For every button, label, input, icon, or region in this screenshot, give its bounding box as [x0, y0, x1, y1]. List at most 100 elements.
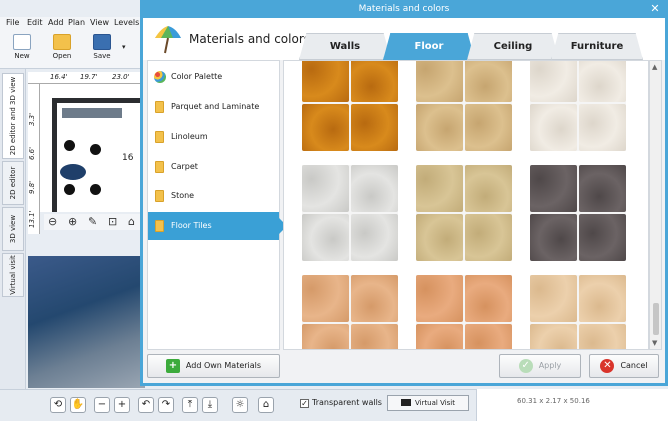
swatch-tile[interactable] [302, 61, 398, 151]
swatch-tile[interactable] [416, 275, 512, 349]
category-label: Parquet and Laminate [171, 102, 260, 111]
zoom-in-icon[interactable]: ⊕ [68, 215, 77, 228]
apply-button[interactable]: ✓ Apply [499, 354, 581, 378]
menu-edit[interactable]: Edit [27, 18, 43, 27]
open-button-label: Open [52, 52, 72, 60]
plan-chair [64, 184, 75, 195]
main-toolbar: New Open Save ▾ [0, 31, 145, 69]
folder-icon [155, 220, 164, 232]
menu-view[interactable]: View [90, 18, 109, 27]
tilt-down-icon[interactable]: ⤓ [202, 397, 218, 413]
tab-ceiling[interactable]: Ceiling [467, 33, 559, 60]
folder-icon [155, 161, 164, 173]
measure-icon[interactable]: ✎ [88, 215, 97, 228]
zoom-out-icon[interactable]: − [94, 397, 110, 413]
color-palette-icon [154, 71, 166, 83]
tab-3d-view[interactable]: 3D view [2, 207, 24, 251]
tile-piece [579, 104, 626, 151]
add-own-materials-button[interactable]: + Add Own Materials [147, 354, 280, 378]
swatch-tile[interactable] [530, 165, 626, 261]
tab-2d-editor-and-3d-view[interactable]: 2D editor and 3D view [2, 73, 24, 159]
tile-piece [416, 324, 463, 349]
tile-piece [302, 214, 349, 261]
tile-piece [465, 61, 512, 102]
menu-add[interactable]: Add [48, 18, 64, 27]
swatch-tile[interactable] [416, 61, 512, 151]
close-icon[interactable]: ✕ [644, 0, 666, 17]
swatch-tile[interactable] [302, 275, 398, 349]
swatch-tile[interactable] [302, 165, 398, 261]
light-bulb-icon[interactable]: ☼ [232, 397, 248, 413]
menu-levels[interactable]: Levels [114, 18, 139, 27]
ruler-tick-label: 16.4' [50, 73, 68, 81]
category-parquet-and-laminate[interactable]: Parquet and Laminate [148, 93, 279, 121]
tile-piece [579, 214, 626, 261]
open-button[interactable]: Open [48, 33, 76, 67]
dialog-footer: + Add Own Materials ✓ Apply ✕ Cancel [143, 350, 665, 383]
save-button[interactable]: Save [88, 33, 116, 67]
swatch-tile[interactable] [530, 275, 626, 349]
tile-piece [579, 324, 626, 349]
new-button-label: New [14, 52, 30, 60]
tile-piece [302, 61, 349, 102]
category-carpet[interactable]: Carpet [148, 153, 279, 181]
tab-furniture[interactable]: Furniture [551, 33, 643, 60]
virtual-visit-label: Virtual Visit [414, 399, 455, 407]
tab-walls[interactable]: Walls [299, 33, 391, 60]
floor-plan-canvas[interactable] [40, 84, 145, 212]
virtual-visit-button[interactable]: Virtual Visit [387, 395, 469, 411]
tile-piece [465, 214, 512, 261]
folder-icon [155, 131, 164, 143]
toolbar-dropdown-icon[interactable]: ▾ [122, 43, 126, 51]
tab-floor[interactable]: Floor [383, 33, 475, 60]
tile-piece [351, 61, 398, 102]
category-label: Stone [171, 191, 195, 200]
tab-2d-editor[interactable]: 2D editor [2, 161, 24, 205]
category-linoleum[interactable]: Linoleum [148, 123, 279, 151]
home-icon[interactable]: ⌂ [258, 397, 274, 413]
menu-file[interactable]: File [6, 18, 19, 27]
category-label: Floor Tiles [171, 221, 212, 230]
tile-piece [351, 165, 398, 212]
menu-plan[interactable]: Plan [68, 18, 85, 27]
tile-piece [302, 104, 349, 151]
pan-hand-icon[interactable]: ✋ [70, 397, 86, 413]
save-button-label: Save [93, 52, 111, 60]
orbit-left-icon[interactable]: ↶ [138, 397, 154, 413]
category-color-palette[interactable]: Color Palette [148, 63, 279, 91]
tab-virtual-visit[interactable]: Virtual visit [2, 253, 24, 297]
materials-dialog: Materials and colors ✕ Materials and col… [140, 0, 668, 386]
category-list: Color Palette Parquet and Laminate Linol… [147, 60, 287, 350]
tab-label: Virtual visit [9, 255, 17, 295]
fit-icon[interactable]: ⊡ [108, 215, 117, 228]
plan-table [60, 164, 86, 180]
tile-piece [351, 275, 398, 322]
scrollbar-thumb[interactable] [653, 303, 659, 335]
transparent-walls-checkbox[interactable]: ✓ Transparent walls [300, 398, 382, 408]
orbit-right-icon[interactable]: ↷ [158, 397, 174, 413]
scroll-up-icon[interactable]: ▲ [652, 63, 657, 71]
zoom-in-icon[interactable]: + [114, 397, 130, 413]
tile-piece [579, 165, 626, 212]
scroll-down-icon[interactable]: ▼ [652, 339, 657, 347]
cancel-button[interactable]: ✕ Cancel [589, 354, 659, 378]
tile-piece [302, 324, 349, 349]
home-icon[interactable]: ⌂ [128, 215, 135, 228]
3d-view-canvas[interactable] [28, 256, 145, 388]
save-icon [93, 34, 111, 50]
swatch-scrollbar[interactable]: ▲ ▼ [649, 60, 662, 350]
ruler-tick-label: 3.3' [28, 112, 36, 126]
swatch-tile[interactable] [416, 165, 512, 261]
tile-piece [465, 324, 512, 349]
tab-label: 2D editor [9, 166, 17, 200]
object-info-panel: 60.31 x 2.17 x 50.16 [476, 389, 668, 421]
tile-piece [465, 104, 512, 151]
plan-wall [52, 98, 145, 103]
rotate-360-icon[interactable]: ⟲ [50, 397, 66, 413]
tilt-up-icon[interactable]: ⤒ [182, 397, 198, 413]
new-button[interactable]: New [8, 33, 36, 67]
category-floor-tiles[interactable]: Floor Tiles [148, 212, 287, 240]
zoom-out-icon[interactable]: ⊖ [48, 215, 57, 228]
category-stone[interactable]: Stone [148, 182, 279, 210]
swatch-tile[interactable] [530, 61, 626, 151]
